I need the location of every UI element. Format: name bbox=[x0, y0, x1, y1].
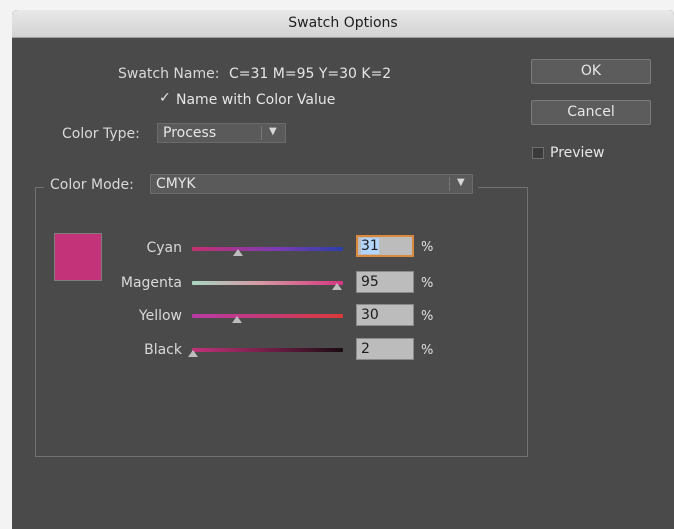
yellow-slider-track[interactable] bbox=[192, 314, 343, 318]
cyan-slider-track[interactable] bbox=[192, 247, 343, 251]
black-slider-thumb[interactable] bbox=[188, 350, 198, 357]
cyan-percent-unit: % bbox=[421, 240, 434, 255]
color-mode-value: CMYK bbox=[156, 176, 196, 192]
black-percent-unit: % bbox=[421, 343, 434, 358]
swatch-options-dialog: Swatch Options Swatch Name: C=31 M=95 Y=… bbox=[12, 10, 674, 529]
magenta-percent-unit: % bbox=[421, 276, 434, 291]
chevron-down-icon: ▼ bbox=[269, 126, 277, 137]
color-type-label: Color Type: bbox=[62, 126, 140, 142]
black-slider-track[interactable] bbox=[192, 348, 343, 352]
yellow-percent-unit: % bbox=[421, 309, 434, 324]
color-type-dropdown[interactable]: Process ▼ bbox=[157, 123, 286, 143]
cyan-value: 31 bbox=[361, 238, 379, 254]
cyan-value-field[interactable]: 31 bbox=[356, 235, 414, 257]
dropdown-separator bbox=[261, 126, 262, 140]
swatch-name-label: Swatch Name: bbox=[118, 66, 220, 82]
cyan-label: Cyan bbox=[146, 240, 182, 256]
dialog-title: Swatch Options bbox=[12, 10, 674, 38]
ok-button[interactable]: OK bbox=[531, 59, 651, 84]
preview-label[interactable]: Preview bbox=[550, 145, 605, 161]
cancel-button[interactable]: Cancel bbox=[531, 100, 651, 125]
magenta-slider-track[interactable] bbox=[192, 281, 343, 285]
chevron-down-icon: ▼ bbox=[457, 177, 465, 188]
yellow-value-field[interactable]: 30 bbox=[356, 304, 414, 326]
magenta-slider-thumb[interactable] bbox=[332, 283, 342, 290]
color-mode-label: Color Mode: bbox=[50, 177, 134, 193]
color-mode-dropdown[interactable]: CMYK ▼ bbox=[150, 174, 473, 194]
magenta-value-field[interactable]: 95 bbox=[356, 271, 414, 293]
black-value-field[interactable]: 2 bbox=[356, 338, 414, 360]
name-with-color-value-checkbox[interactable]: ✓ bbox=[159, 90, 171, 106]
preview-checkbox[interactable] bbox=[532, 147, 544, 159]
cyan-slider-thumb[interactable] bbox=[233, 249, 243, 256]
color-type-value: Process bbox=[163, 125, 217, 141]
black-label: Black bbox=[144, 342, 182, 358]
magenta-label: Magenta bbox=[120, 275, 182, 291]
yellow-slider-thumb[interactable] bbox=[232, 316, 242, 323]
name-with-color-value-label[interactable]: Name with Color Value bbox=[176, 92, 335, 108]
dropdown-separator bbox=[449, 177, 450, 191]
swatch-name-value: C=31 M=95 Y=30 K=2 bbox=[229, 66, 392, 82]
yellow-label: Yellow bbox=[138, 308, 182, 324]
